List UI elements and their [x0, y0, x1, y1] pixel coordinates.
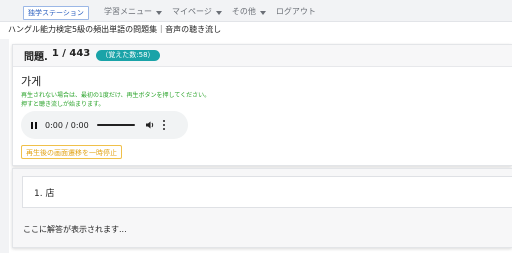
volume-icon[interactable] [145, 120, 155, 130]
chevron-down-icon [156, 10, 162, 15]
nav-item-label: その他 [231, 7, 256, 16]
question-word: 가게 [21, 75, 42, 88]
navbar: 独学ステーション 学習メニュー マイページ その他 ログアウト [0, 0, 512, 22]
nav-item-label: ログアウト [275, 7, 316, 16]
playback-hint-line: 押すと聴き流しが始まります。 [21, 101, 105, 108]
answer-placeholder: ここに解答が表示されます... [23, 225, 127, 234]
playback-hint-line: 再生されない場合は、最初の1度だけ、再生ボタンを押してください。 [21, 92, 211, 99]
question-header: 問題. 1 / 443 （覚えた数:58） [13, 45, 512, 67]
question-counter: 1 / 443 [51, 48, 91, 59]
memorized-count: 覚えた数:58 [108, 51, 148, 59]
answer-choice[interactable]: 1. 店 [22, 176, 512, 208]
playback-hint: 再生されない場合は、最初の1度だけ、再生ボタンを押してください。 押すと聴き流し… [21, 91, 210, 109]
left-rail [0, 39, 9, 253]
nav-item-logout[interactable]: ログアウト [276, 6, 316, 17]
chevron-down-icon [215, 10, 222, 15]
nav-item-my-page[interactable]: マイページ [172, 6, 222, 17]
brand-logo[interactable]: 独学ステーション [23, 6, 89, 20]
pause-icon[interactable] [31, 121, 39, 129]
nav-item-other[interactable]: その他 [232, 6, 266, 17]
chevron-down-icon [259, 10, 266, 15]
more-vertical-icon[interactable] [163, 120, 166, 130]
page-title: ハングル能力検定5級の頻出単語の問題集｜音声の聴き流し [8, 25, 222, 34]
nav-item-label: マイページ [172, 7, 212, 16]
answer-card: 1. 店 ここに解答が表示されます... [12, 168, 512, 248]
nav-menu: 学習メニュー マイページ その他 ログアウト [104, 6, 316, 17]
audio-time: 0:00 / 0:00 [45, 120, 89, 130]
memorized-count-badge: （覚えた数:58） [96, 50, 160, 61]
nav-item-study-menu[interactable]: 学習メニュー [104, 6, 162, 17]
question-label: 問題. [24, 52, 48, 63]
pause-after-play-toggle[interactable]: 再生後の画面遷移を一時停止 [21, 145, 122, 159]
question-progress: 問題. 1 / 443 [24, 48, 90, 63]
audio-player[interactable]: 0:00 / 0:00 [21, 111, 188, 139]
nav-item-label: 学習メニュー [104, 7, 152, 16]
question-card: 問題. 1 / 443 （覚えた数:58） 가게 再生されない場合は、最初の1度… [12, 44, 512, 166]
audio-progress-slider[interactable] [96, 124, 135, 126]
